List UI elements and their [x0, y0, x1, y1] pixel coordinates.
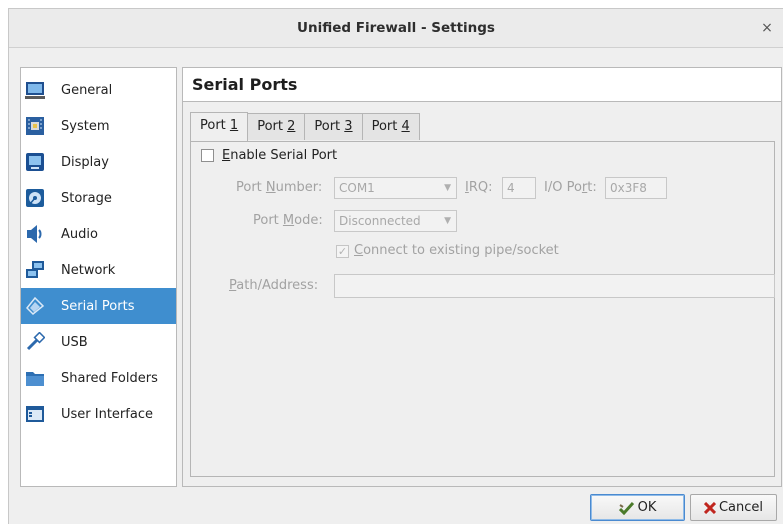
cancel-x-icon	[703, 501, 716, 514]
serial-ports-icon	[25, 296, 45, 316]
sidebar-item-label: User Interface	[61, 406, 153, 422]
label-text: onnect to existing pipe/socket	[363, 243, 559, 258]
sidebar-item-shared-folders[interactable]: Shared Folders	[21, 360, 176, 396]
mnemonic: M	[282, 213, 295, 228]
tab-label: Port	[371, 119, 402, 134]
label-text: RQ:	[468, 180, 493, 195]
enable-serial-port-label[interactable]: Enable Serial Port	[222, 148, 337, 163]
sidebar-item-label: Display	[61, 154, 109, 170]
mnemonic: C	[354, 243, 364, 258]
path-address-label: Path/Address:	[229, 278, 318, 293]
tab-mnemonic: 1	[229, 118, 239, 133]
io-port-label: I/O Port:	[544, 180, 597, 195]
sidebar-item-general[interactable]: General	[21, 72, 176, 108]
cancel-button[interactable]: Cancel	[690, 494, 777, 521]
ok-button[interactable]: OK	[590, 494, 685, 521]
settings-sidebar: General System Display Storage Audio Net…	[20, 67, 177, 487]
label-text: ath/Address:	[236, 278, 319, 293]
sidebar-item-usb[interactable]: USB	[21, 324, 176, 360]
ok-label: OK	[637, 500, 657, 515]
chevron-down-icon: ▼	[444, 183, 451, 193]
sidebar-item-label: System	[61, 118, 110, 134]
network-icon	[25, 260, 45, 280]
sidebar-item-label: Shared Folders	[61, 370, 158, 386]
sidebar-item-label: General	[61, 82, 113, 98]
close-button[interactable]: ×	[757, 18, 777, 38]
window-title: Unified Firewall - Settings	[297, 20, 495, 36]
tab-port-1[interactable]: Port 1	[190, 112, 249, 141]
port-mode-value: Disconnected	[339, 214, 421, 228]
label-text: Port	[253, 213, 283, 228]
shared-folders-icon	[25, 368, 45, 388]
sidebar-item-network[interactable]: Network	[21, 252, 176, 288]
cancel-label: Cancel	[718, 500, 764, 515]
chevron-down-icon: ▼	[444, 216, 451, 226]
port-tabs: Port 1 Port 2 Port 3 Port 4	[190, 112, 420, 141]
tab-port-4[interactable]: Port 4	[361, 113, 420, 140]
title-bar[interactable]: Unified Firewall - Settings ×	[9, 9, 783, 48]
connect-existing-label: Connect to existing pipe/socket	[354, 243, 559, 258]
tab-port-2[interactable]: Port 2	[247, 113, 306, 140]
io-port-value: 0x3F8	[610, 181, 647, 195]
sidebar-item-storage[interactable]: Storage	[21, 180, 176, 216]
audio-icon	[25, 224, 45, 244]
general-icon	[25, 80, 45, 100]
sidebar-item-user-interface[interactable]: User Interface	[21, 396, 176, 432]
path-address-input[interactable]	[334, 274, 775, 298]
tab-mnemonic: 4	[401, 119, 410, 134]
sidebar-item-label: Serial Ports	[61, 298, 135, 314]
port-number-value: COM1	[339, 181, 375, 195]
label-text: I/O Po	[544, 180, 582, 195]
tab-label: Port	[200, 118, 230, 133]
tab-mnemonic: 3	[344, 119, 353, 134]
sidebar-item-label: Audio	[61, 226, 98, 242]
port-mode-combobox[interactable]: Disconnected ▼	[334, 210, 457, 232]
mnemonic: N	[265, 180, 276, 195]
sidebar-item-audio[interactable]: Audio	[21, 216, 176, 252]
usb-icon	[25, 332, 45, 352]
irq-label: IRQ:	[465, 180, 493, 195]
settings-page: Serial Ports Port 1 Port 2 Port 3 Port 4…	[182, 67, 782, 487]
connect-existing-checkbox[interactable]: ✓	[336, 245, 349, 258]
ok-check-icon	[618, 501, 635, 515]
tab-label: Port	[257, 119, 288, 134]
mnemonic: E	[222, 148, 231, 163]
tab-label: Port	[314, 119, 345, 134]
label-text: nable Serial Port	[230, 148, 338, 163]
tab-mnemonic: 2	[287, 119, 296, 134]
enable-serial-port-checkbox[interactable]	[201, 149, 214, 162]
display-icon	[25, 152, 45, 172]
irq-input[interactable]: 4	[502, 177, 536, 199]
label-text: umber:	[275, 180, 323, 195]
sidebar-item-display[interactable]: Display	[21, 144, 176, 180]
sidebar-item-system[interactable]: System	[21, 108, 176, 144]
label-text: t:	[587, 180, 597, 195]
port-mode-label: Port Mode:	[253, 213, 323, 228]
port-number-label: Port Number:	[236, 180, 322, 195]
sidebar-item-label: Network	[61, 262, 116, 278]
user-interface-icon	[25, 404, 45, 424]
sidebar-item-label: USB	[61, 334, 88, 350]
label-text: ode:	[294, 213, 323, 228]
settings-window: Unified Firewall - Settings × General Sy…	[8, 8, 783, 524]
system-icon	[25, 116, 45, 136]
port-1-panel: Enable Serial Port Port Number: COM1 ▼ I…	[190, 141, 775, 477]
irq-value: 4	[507, 181, 515, 195]
page-title: Serial Ports	[183, 68, 781, 102]
port-number-combobox[interactable]: COM1 ▼	[334, 177, 457, 199]
io-port-input[interactable]: 0x3F8	[605, 177, 667, 199]
tab-port-3[interactable]: Port 3	[304, 113, 363, 140]
sidebar-item-serial-ports[interactable]: Serial Ports	[21, 288, 176, 324]
sidebar-item-label: Storage	[61, 190, 112, 206]
storage-icon	[25, 188, 45, 208]
label-text: Port	[236, 180, 266, 195]
